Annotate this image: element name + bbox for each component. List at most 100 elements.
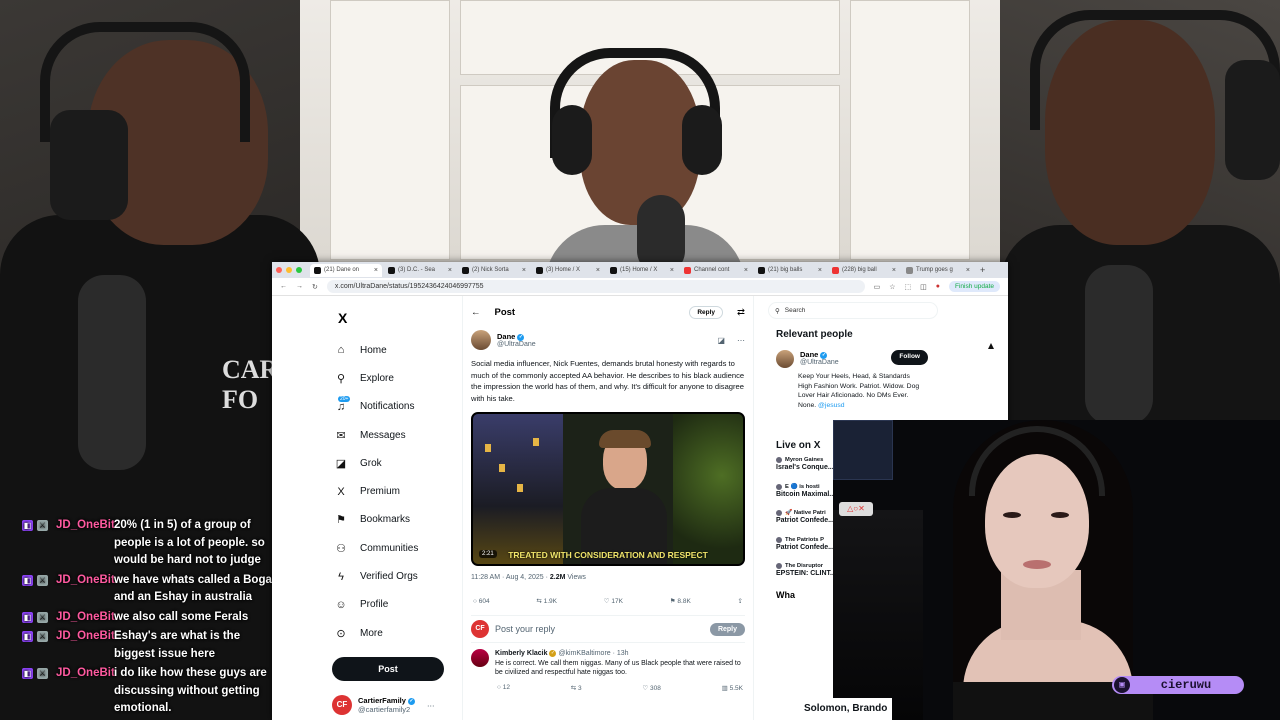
close-tab-icon[interactable]: ×: [892, 267, 896, 274]
like-action[interactable]: ♡ 17K: [604, 597, 623, 605]
avatar: [776, 536, 782, 543]
browser-tab[interactable]: (228) big ball ×: [828, 264, 900, 277]
views-action[interactable]: ▥ 5.5K: [722, 684, 743, 692]
avatar[interactable]: [471, 330, 491, 350]
settings-toggle-icon[interactable]: ⇄: [737, 307, 745, 318]
browser-tab[interactable]: (21) big balls ×: [754, 264, 826, 277]
reply-button[interactable]: Reply: [709, 622, 745, 636]
cast-icon[interactable]: ▭: [874, 283, 881, 291]
tab-favicon-icon: [684, 266, 691, 274]
close-tab-icon[interactable]: ×: [966, 267, 970, 274]
browser-tab[interactable]: (15) Home / X ×: [606, 264, 678, 277]
close-tab-icon[interactable]: ×: [744, 267, 748, 274]
reply-pill-button[interactable]: Reply: [689, 305, 724, 319]
nav-item-verified-orgs[interactable]: ϟ Verified Orgs: [332, 562, 452, 590]
close-window-icon[interactable]: [276, 267, 282, 273]
back-arrow-icon[interactable]: ←: [471, 307, 481, 318]
tab-favicon-icon: [758, 266, 765, 274]
nav-item-profile[interactable]: ☺ Profile: [332, 591, 452, 619]
chat-username[interactable]: JD_OneBit: [56, 517, 115, 570]
nav-item-notifications[interactable]: ♫ 20+ Notifications: [332, 393, 452, 421]
chat-text: i do like how these guys are discussing …: [114, 667, 267, 714]
star-icon[interactable]: ☆: [889, 283, 895, 291]
bio-mention[interactable]: @jesusd: [818, 402, 845, 409]
nav-label: Explore: [360, 372, 394, 384]
avatar[interactable]: [471, 649, 489, 667]
chat-username[interactable]: JD_OneBit: [56, 609, 115, 627]
profile-icon[interactable]: ●: [936, 283, 940, 290]
chat-message: ◧ ⚔ JD_OneBit i do like how these guys ar…: [22, 665, 280, 718]
url-field[interactable]: x.com/UltraDane/status/19524364240469977…: [326, 280, 865, 293]
subscriber-badge-icon: ◧: [22, 611, 33, 623]
browser-tab[interactable]: (21) Dane on ×: [310, 263, 382, 277]
repost-action[interactable]: ⇆ 3: [571, 684, 582, 692]
nav-item-grok[interactable]: ◪ Grok: [332, 449, 452, 477]
reply-author-handle[interactable]: @kimKBaltimore · 13h: [558, 650, 628, 657]
reply-tweet[interactable]: Kimberly Klacik ✓ @kimKBaltimore · 13h H…: [471, 649, 745, 694]
forward-arrow-icon[interactable]: →: [296, 283, 303, 290]
tab-label: (2) Nick Sorta: [472, 267, 509, 273]
comment-icon: ○: [473, 597, 477, 605]
close-tab-icon[interactable]: ×: [670, 267, 674, 274]
chat-username[interactable]: JD_OneBit: [56, 628, 115, 663]
author-handle[interactable]: @UltraDane: [497, 341, 536, 348]
bookmark-action[interactable]: ⚑ 8.8K: [670, 597, 691, 605]
browser-tab[interactable]: (2) Nick Sorta ×: [458, 264, 530, 277]
post-button[interactable]: Post: [332, 657, 444, 682]
nav-label: Bookmarks: [360, 514, 411, 526]
nav-item-home[interactable]: ⌂ Home: [332, 336, 452, 364]
close-tab-icon[interactable]: ×: [596, 267, 600, 274]
repost-count: 1.9K: [543, 598, 558, 605]
minimize-window-icon[interactable]: [286, 267, 292, 273]
close-tab-icon[interactable]: ×: [522, 267, 526, 274]
browser-tab[interactable]: Channel cont ×: [680, 264, 752, 277]
new-tab-icon[interactable]: +: [980, 265, 985, 275]
post-video[interactable]: TREATED WITH CONSIDERATION AND RESPECT 2…: [471, 412, 745, 566]
nav-item-premium[interactable]: X Premium: [332, 477, 452, 505]
person-name[interactable]: Dane: [800, 350, 818, 359]
chat-username[interactable]: JD_OneBit: [56, 572, 115, 607]
grok-icon[interactable]: ◪: [717, 336, 725, 345]
author-name[interactable]: Dane: [497, 332, 515, 341]
tab-favicon-icon: [388, 266, 395, 274]
close-tab-icon[interactable]: ×: [818, 267, 822, 274]
close-tab-icon[interactable]: ×: [448, 267, 452, 274]
close-tab-icon[interactable]: ×: [374, 267, 378, 274]
finish-update-button[interactable]: Finish update: [948, 281, 1000, 292]
reply-input[interactable]: Post your reply: [495, 624, 704, 634]
nav-item-explore[interactable]: ⚲ Explore: [332, 364, 452, 392]
browser-tab[interactable]: (3) Home / X ×: [532, 264, 604, 277]
like-action[interactable]: ♡ 308: [642, 684, 661, 692]
more-icon[interactable]: ⋯: [427, 701, 435, 710]
reply-author-name[interactable]: Kimberly Klacik: [495, 650, 548, 657]
envelope-icon: ✉: [336, 429, 346, 442]
browser-tab[interactable]: (3) D.C. - Sea ×: [384, 264, 456, 277]
sidebar-icon[interactable]: ◫: [920, 283, 927, 291]
relevant-person[interactable]: Dane ✓ @UltraDane Follow: [776, 350, 998, 368]
reload-icon[interactable]: ↻: [312, 283, 318, 291]
repost-action[interactable]: ⇆ 1.9K: [536, 597, 557, 605]
post-timestamp[interactable]: 11:28 AM · Aug 4, 2025 ·: [471, 574, 550, 581]
browser-tab[interactable]: Trump goes g ×: [902, 264, 974, 277]
repost-count: 3: [578, 684, 582, 692]
video-subtitle: TREATED WITH CONSIDERATION AND RESPECT: [508, 550, 708, 560]
search-input[interactable]: ⚲ Search: [768, 302, 938, 319]
share-icon[interactable]: ⇪: [738, 597, 743, 605]
more-icon[interactable]: ⋯: [737, 336, 745, 345]
reply-action[interactable]: ○ 604: [473, 598, 490, 605]
person-handle[interactable]: @UltraDane: [800, 359, 839, 366]
account-switcher[interactable]: CF CartierFamily ✓ @cartierfamily2 ⋯: [332, 695, 452, 716]
x-logo-icon[interactable]: X: [338, 310, 452, 326]
nav-item-communities[interactable]: ⚇ Communities: [332, 534, 452, 562]
tab-favicon-icon: [314, 266, 321, 274]
nav-item-bookmarks[interactable]: ⚑ Bookmarks: [332, 506, 452, 534]
avatar[interactable]: [776, 350, 794, 368]
nav-item-messages[interactable]: ✉ Messages: [332, 421, 452, 449]
chat-username[interactable]: JD_OneBit: [56, 665, 115, 718]
reply-action[interactable]: ○ 12: [497, 684, 510, 691]
maximize-window-icon[interactable]: [296, 267, 302, 273]
back-arrow-icon[interactable]: ←: [280, 283, 287, 290]
extensions-icon[interactable]: ⬚: [904, 283, 911, 291]
follow-button[interactable]: Follow: [891, 350, 928, 365]
nav-item-more[interactable]: ⊙ More: [332, 619, 452, 647]
